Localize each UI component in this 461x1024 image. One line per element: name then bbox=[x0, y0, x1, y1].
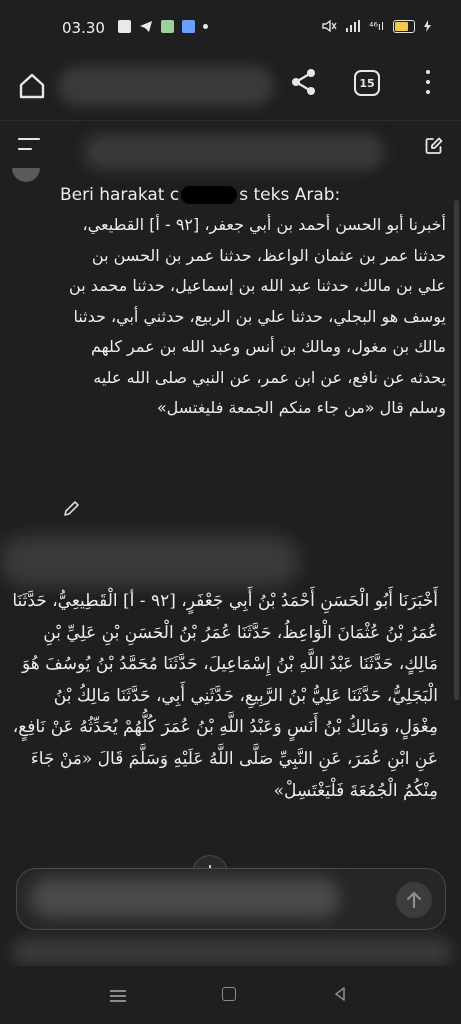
user-message-prefix: Beri harakat c s teks Arab: bbox=[60, 182, 446, 208]
toolbar-divider bbox=[0, 120, 461, 121]
more-vertical-icon[interactable] bbox=[418, 66, 438, 98]
menu-icon[interactable] bbox=[18, 136, 44, 156]
signal-text: ⁴⁶ıl bbox=[369, 19, 384, 33]
share-icon[interactable] bbox=[288, 66, 320, 98]
facebook-icon bbox=[118, 20, 131, 33]
telegram-icon bbox=[140, 21, 152, 32]
signal-icon bbox=[346, 20, 361, 32]
charging-icon bbox=[424, 20, 431, 32]
battery-icon bbox=[393, 19, 415, 33]
user-arabic-text: أخبرنا أبو الحسن أحمد بن أبي جعفر، [٩٢ -… bbox=[69, 215, 446, 417]
avatar bbox=[12, 168, 40, 182]
more-notifications-icon bbox=[203, 24, 208, 29]
send-button[interactable] bbox=[396, 882, 432, 918]
assistant-arabic-text: أَخْبَرَنَا أَبُو الْحَسَنِ أَحْمَدُ بْن… bbox=[12, 591, 438, 801]
home-icon[interactable] bbox=[16, 70, 48, 102]
input-placeholder bbox=[30, 878, 340, 918]
app-icon-blue bbox=[182, 20, 195, 33]
edit-icon[interactable] bbox=[424, 136, 444, 156]
prefix-c: c bbox=[169, 185, 180, 205]
app-icon bbox=[161, 20, 174, 33]
notification-icons bbox=[118, 20, 208, 33]
disclaimer-text bbox=[12, 938, 452, 966]
status-time: 03.30 bbox=[62, 19, 105, 37]
prefix-end: s teks Arab: bbox=[239, 185, 341, 205]
home-nav-icon[interactable] bbox=[222, 987, 236, 1001]
arrow-up-icon bbox=[406, 891, 422, 909]
redaction-mark bbox=[181, 186, 238, 204]
recent-apps-icon[interactable] bbox=[110, 989, 126, 1003]
tab-count: 15 bbox=[359, 76, 375, 90]
mute-icon bbox=[322, 19, 337, 33]
assistant-header bbox=[0, 536, 300, 586]
tabs-button[interactable]: 15 bbox=[354, 70, 380, 96]
prefix-start: Beri harakat bbox=[60, 185, 165, 205]
pencil-icon[interactable] bbox=[62, 498, 82, 518]
system-icons: ⁴⁶ıl bbox=[321, 19, 431, 33]
scrollbar[interactable] bbox=[454, 200, 459, 700]
back-icon[interactable] bbox=[332, 986, 348, 1002]
conversation-title bbox=[84, 134, 384, 170]
url-bar[interactable] bbox=[58, 66, 274, 106]
user-message: Beri harakat c s teks Arab: أخبرنا أبو ال… bbox=[60, 182, 446, 424]
